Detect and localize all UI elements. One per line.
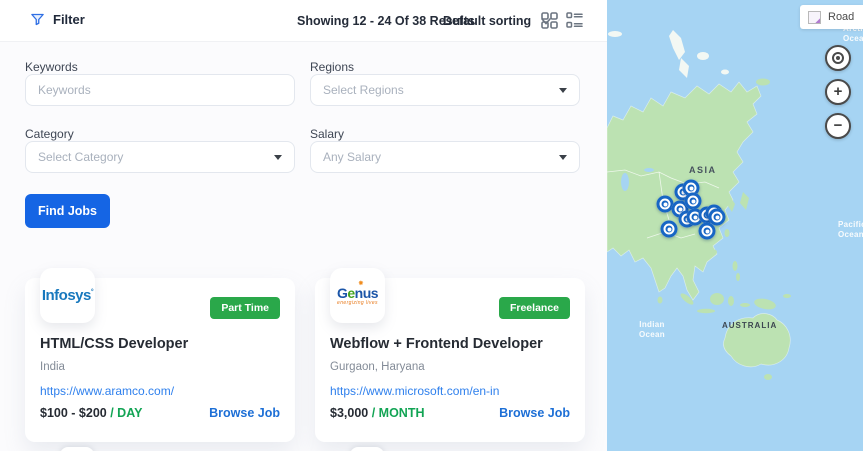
salary-row: $3,000 / MONTH Browse Job bbox=[330, 406, 570, 420]
job-company-link[interactable]: https://www.microsoft.com/en-in bbox=[330, 384, 499, 398]
list-view-icon[interactable] bbox=[566, 12, 583, 34]
caret-down-icon bbox=[559, 88, 567, 93]
job-card: Ge✸nus energizing lives Freelance Webflo… bbox=[315, 278, 585, 442]
minus-icon: − bbox=[834, 118, 843, 133]
job-title: HTML/CSS Developer bbox=[40, 336, 188, 352]
map-cluster-pin[interactable] bbox=[685, 193, 702, 210]
job-company-link[interactable]: https://www.aramco.com/ bbox=[40, 384, 174, 398]
salary-period: / DAY bbox=[110, 406, 142, 420]
zoom-in-button[interactable]: + bbox=[825, 79, 851, 105]
map-style-button[interactable]: Road bbox=[800, 5, 863, 29]
salary-amount: $3,000 bbox=[330, 406, 368, 420]
salary-amount: $100 - $200 bbox=[40, 406, 107, 420]
browse-job-link[interactable]: Browse Job bbox=[499, 406, 570, 420]
infosys-logo-text: Infosys° bbox=[42, 287, 93, 304]
caret-down-icon bbox=[559, 155, 567, 160]
regions-select[interactable]: Select Regions bbox=[310, 74, 580, 106]
keywords-input[interactable] bbox=[38, 83, 282, 97]
keywords-label: Keywords bbox=[25, 60, 78, 74]
job-location: Gurgaon, Haryana bbox=[330, 361, 425, 373]
regions-select-value: Select Regions bbox=[323, 83, 553, 97]
regions-label: Regions bbox=[310, 60, 354, 74]
salary-period: / MONTH bbox=[372, 406, 425, 420]
salary-row: $100 - $200 / DAY Browse Job bbox=[40, 406, 280, 420]
filter-toggle[interactable]: Filter bbox=[30, 12, 85, 27]
job-type-badge: Freelance bbox=[499, 297, 570, 319]
genus-logo-text: Ge✸nus energizing lives bbox=[337, 286, 378, 306]
job-salary: $100 - $200 / DAY bbox=[40, 406, 142, 420]
map-pins bbox=[607, 0, 863, 451]
job-title: Webflow + Frontend Developer bbox=[330, 336, 543, 352]
locate-icon bbox=[832, 52, 844, 64]
category-label: Category bbox=[25, 127, 74, 141]
locate-me-button[interactable] bbox=[825, 45, 851, 71]
company-logo: Infosys° bbox=[40, 268, 95, 323]
salary-label: Salary bbox=[310, 127, 344, 141]
next-row-card-top bbox=[60, 447, 94, 451]
find-jobs-button[interactable]: Find Jobs bbox=[25, 194, 110, 228]
zoom-out-button[interactable]: − bbox=[825, 113, 851, 139]
sort-dropdown[interactable]: Default sorting bbox=[443, 14, 551, 28]
map-cluster-pin[interactable] bbox=[661, 221, 678, 238]
job-card: Infosys° Part Time HTML/CSS Developer In… bbox=[25, 278, 295, 442]
job-location: India bbox=[40, 361, 65, 373]
map-style-label: Road bbox=[828, 11, 854, 23]
jobs-map[interactable]: ASIA AUSTRALIA Indian Ocean Arctic Ocean… bbox=[607, 0, 863, 451]
browse-job-link[interactable]: Browse Job bbox=[209, 406, 280, 420]
salary-select-value: Any Salary bbox=[323, 150, 553, 164]
map-cluster-pin[interactable] bbox=[699, 223, 716, 240]
filter-funnel-icon bbox=[30, 12, 45, 27]
grid-view-icon[interactable] bbox=[541, 12, 558, 34]
job-search-page: Filter Showing 12 - 24 Of 38 Results Def… bbox=[0, 0, 863, 451]
keywords-field bbox=[25, 74, 295, 106]
map-style-thumbnail-icon bbox=[808, 11, 821, 24]
job-salary: $3,000 / MONTH bbox=[330, 406, 425, 420]
results-toolbar: Filter Showing 12 - 24 Of 38 Results Def… bbox=[0, 0, 607, 42]
salary-select[interactable]: Any Salary bbox=[310, 141, 580, 173]
company-logo: Ge✸nus energizing lives bbox=[330, 268, 385, 323]
job-type-badge: Part Time bbox=[210, 297, 280, 319]
category-select-value: Select Category bbox=[38, 150, 268, 164]
filter-label: Filter bbox=[53, 12, 85, 27]
next-row-card-top bbox=[350, 447, 384, 451]
caret-down-icon bbox=[274, 155, 282, 160]
sort-selected-value: Default sorting bbox=[443, 14, 531, 28]
plus-icon: + bbox=[834, 84, 843, 99]
category-select[interactable]: Select Category bbox=[25, 141, 295, 173]
